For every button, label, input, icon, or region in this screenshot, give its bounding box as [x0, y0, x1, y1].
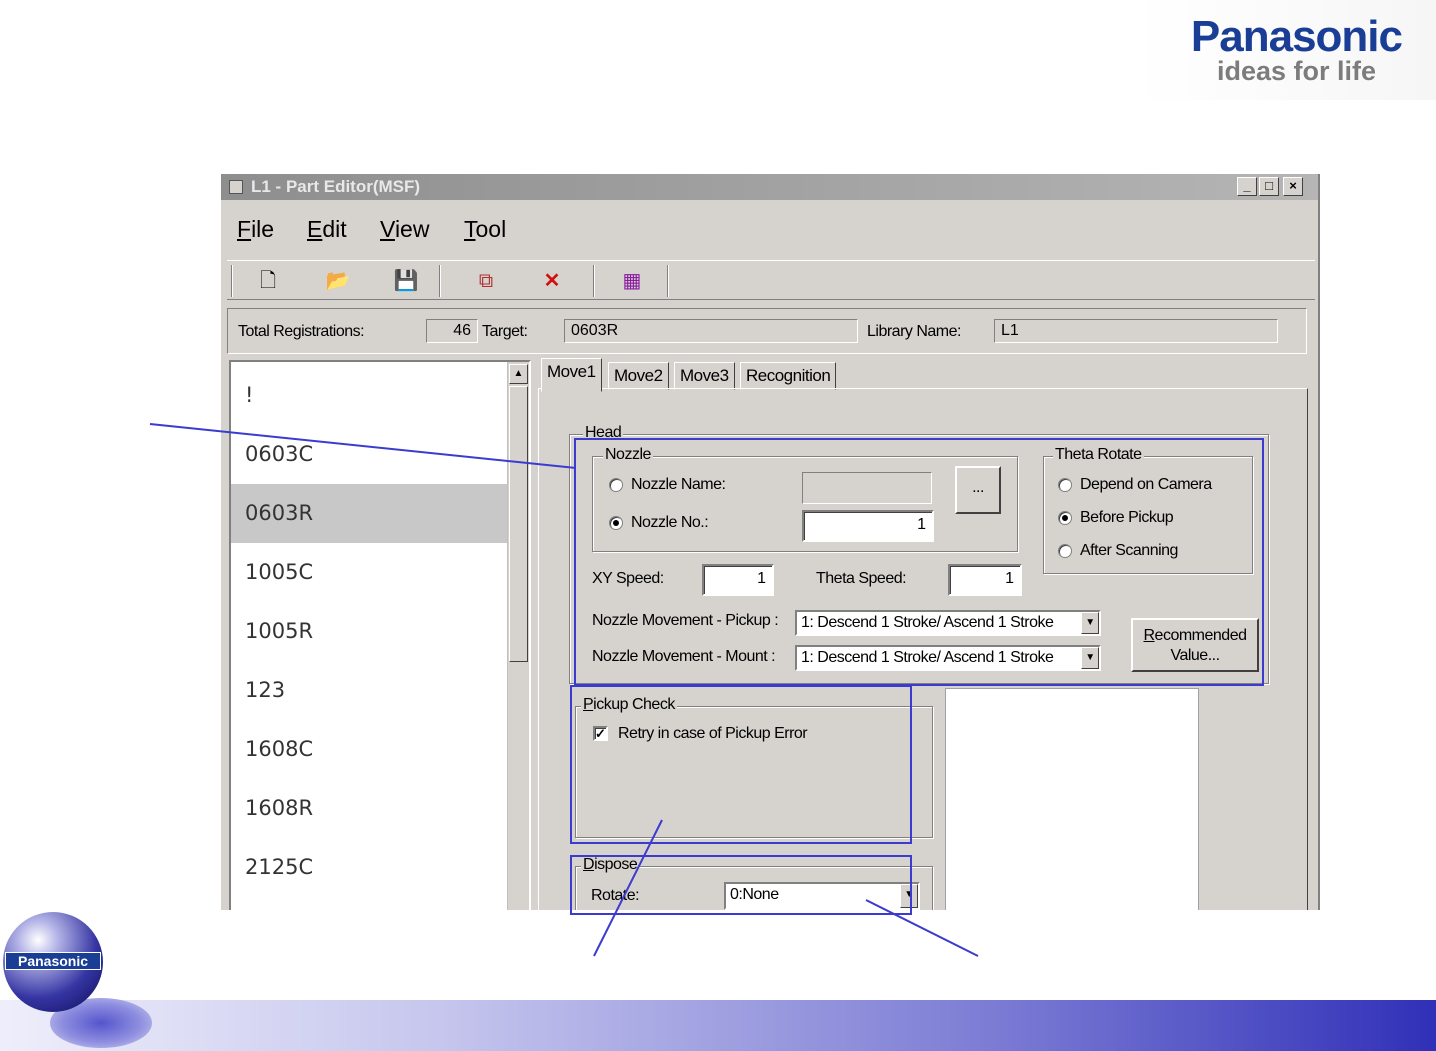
- annotation-line-head: [149, 423, 577, 469]
- annotation-lines: [149, 423, 979, 957]
- annotation-line-pickup: [593, 819, 663, 957]
- slide: Panasonic ideas for life L1 - Part Edito…: [0, 0, 1436, 1051]
- annotation-line-dispose: [865, 899, 979, 957]
